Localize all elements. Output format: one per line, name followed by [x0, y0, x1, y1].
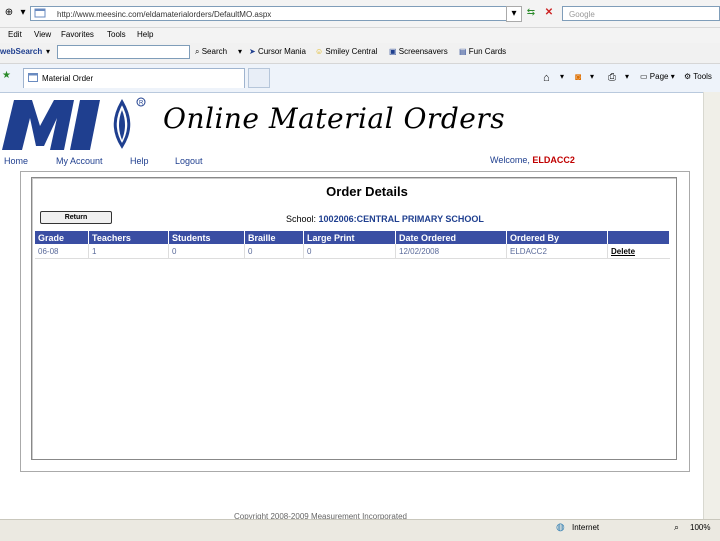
smiley-central-button[interactable]: ☺ Smiley Central — [315, 47, 377, 56]
home-dropdown-icon[interactable]: ▾ — [560, 72, 564, 81]
tools-menu-label: Tools — [693, 72, 712, 81]
page-menu[interactable]: ▭ Page ▾ — [640, 72, 675, 81]
school-label: School: — [286, 214, 317, 224]
menu-tools[interactable]: Tools — [107, 30, 126, 39]
mi-logo: R — [2, 96, 152, 154]
tab-material-order[interactable]: Material Order — [23, 68, 245, 88]
print-dropdown-icon[interactable]: ▾ — [625, 72, 629, 81]
globe-icon: ◍ — [556, 522, 565, 533]
fun-cards-label: Fun Cards — [468, 47, 507, 56]
cell-large-print: 0 — [303, 244, 396, 259]
return-button[interactable]: Return — [40, 211, 112, 224]
brand-dropdown-icon[interactable]: ▾ — [46, 47, 50, 56]
search-input[interactable]: Google — [562, 6, 720, 21]
nav-my-account[interactable]: My Account — [56, 156, 103, 166]
nav-logout[interactable]: Logout — [175, 156, 203, 166]
col-ordered-by: Ordered By — [506, 231, 608, 244]
table-row: 06-08 1 0 0 0 12/02/2008 ELDACC2 Delete — [35, 244, 670, 259]
address-dropdown-icon[interactable]: ▾ — [506, 6, 522, 22]
site-title: Online Material Orders — [163, 102, 505, 135]
school-value: 1002006:CENTRAL PRIMARY SCHOOL — [318, 214, 484, 224]
col-action — [607, 231, 670, 244]
favorites-star-icon[interactable]: ★ — [2, 70, 11, 81]
tab-label: Material Order — [42, 74, 94, 83]
new-tab-button[interactable] — [248, 68, 270, 88]
cursor-mania-label: Cursor Mania — [257, 47, 306, 56]
toolbar-search-button[interactable]: ⌕ Search — [195, 47, 227, 57]
page-scrollbar[interactable] — [703, 92, 720, 519]
smiley-icon: ☺ — [315, 47, 324, 56]
nav-help[interactable]: Help — [130, 156, 149, 166]
home-icon[interactable]: ⌂ — [543, 72, 550, 84]
card-icon: ▤ — [459, 47, 467, 56]
tools-menu[interactable]: ⚙ Tools — [684, 72, 712, 81]
menu-favorites[interactable]: Favorites — [61, 30, 94, 39]
page-menu-label: Page — [649, 72, 669, 81]
search-dropdown-icon[interactable]: ▾ — [238, 47, 242, 56]
magnifier-icon: ⌕ — [195, 47, 200, 56]
cursor-mania-button[interactable]: ➤ Cursor Mania — [249, 47, 306, 56]
col-date-ordered: Date Ordered — [395, 231, 507, 244]
print-icon[interactable]: ⎙ — [608, 72, 616, 83]
orders-table: Grade Teachers Students Braille Large Pr… — [35, 231, 670, 259]
page-menu-icon: ▭ — [640, 72, 648, 81]
col-large-print: Large Print — [303, 231, 396, 244]
toolbar-search-label: Search — [201, 47, 228, 56]
screensavers-label: Screensavers — [398, 47, 448, 56]
websearch-brand: webSearch — [0, 47, 43, 56]
feeds-icon[interactable]: ◙ — [575, 72, 581, 83]
ie-page-icon — [34, 8, 46, 18]
cell-date-ordered: 12/02/2008 — [395, 244, 507, 259]
address-input[interactable]: http://www.meesinc.com/eldamaterialorder… — [30, 6, 520, 21]
cell-students: 0 — [168, 244, 245, 259]
page-icon: ⊕ — [4, 7, 14, 18]
refresh-icon[interactable]: ⇆ — [524, 6, 538, 20]
stop-icon[interactable]: ✕ — [542, 6, 556, 20]
menu-view[interactable]: View — [34, 30, 51, 39]
welcome-prefix: Welcome, — [490, 155, 530, 165]
smiley-central-label: Smiley Central — [325, 47, 378, 56]
cell-ordered-by: ELDACC2 — [506, 244, 608, 259]
welcome-user: ELDACC2 — [532, 155, 575, 165]
cursor-icon: ➤ — [249, 47, 256, 56]
cell-braille: 0 — [244, 244, 304, 259]
school-info: School: 1002006:CENTRAL PRIMARY SCHOOL — [286, 214, 484, 224]
feeds-dropdown-icon[interactable]: ▾ — [590, 72, 594, 81]
toolbar-search-input[interactable] — [57, 45, 190, 59]
monitor-icon: ▣ — [389, 47, 397, 56]
screensavers-button[interactable]: ▣ Screensavers — [389, 47, 448, 56]
status-zone: Internet — [572, 523, 600, 532]
menu-help[interactable]: Help — [137, 30, 153, 39]
cell-teachers: 1 — [88, 244, 169, 259]
history-dropdown-icon[interactable]: ▾ — [16, 6, 30, 20]
table-header-row: Grade Teachers Students Braille Large Pr… — [35, 231, 670, 244]
status-zoom[interactable]: 100% — [690, 523, 710, 532]
zoom-icon[interactable]: ⌕ — [674, 522, 679, 533]
fun-cards-button[interactable]: ▤ Fun Cards — [459, 47, 506, 56]
col-grade: Grade — [35, 231, 89, 244]
delete-link[interactable]: Delete — [607, 244, 670, 259]
nav-home[interactable]: Home — [4, 156, 28, 166]
site-title-text: Online Material Orders — [163, 102, 506, 135]
welcome-message: Welcome, ELDACC2 — [490, 155, 575, 165]
menu-edit[interactable]: Edit — [8, 30, 22, 39]
status-bar — [0, 519, 720, 541]
col-braille: Braille — [244, 231, 304, 244]
order-details-heading: Order Details — [326, 184, 408, 199]
col-teachers: Teachers — [88, 231, 169, 244]
cell-grade: 06-08 — [35, 244, 89, 259]
tab-page-icon — [28, 73, 38, 82]
col-students: Students — [168, 231, 245, 244]
svg-text:R: R — [139, 101, 144, 107]
tools-gear-icon: ⚙ — [684, 72, 692, 81]
